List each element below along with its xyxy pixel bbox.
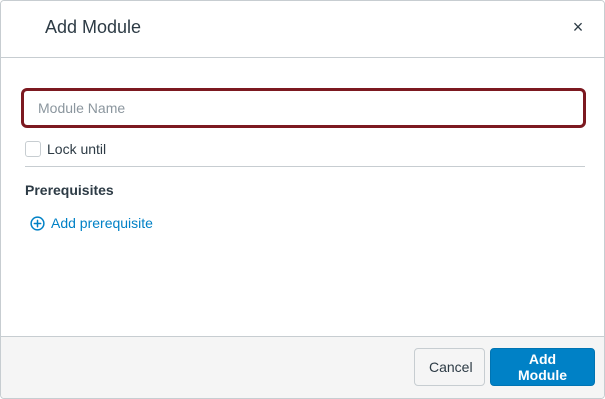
plus-circle-icon xyxy=(30,215,45,231)
dialog-header: Add Module × xyxy=(1,1,604,58)
add-module-button[interactable]: Add Module xyxy=(490,348,595,386)
section-divider xyxy=(25,166,585,167)
dialog-footer: Cancel Add Module xyxy=(1,336,604,398)
dialog-body: Lock until Prerequisites Add prerequisit… xyxy=(1,58,604,338)
lock-until-checkbox[interactable] xyxy=(25,141,41,157)
cancel-button[interactable]: Cancel xyxy=(414,348,485,386)
module-name-input[interactable] xyxy=(21,88,586,128)
lock-until-label[interactable]: Lock until xyxy=(47,141,106,157)
lock-until-row: Lock until xyxy=(25,140,106,158)
add-prerequisite-label: Add prerequisite xyxy=(51,215,153,231)
add-module-dialog: Add Module × Lock until Prerequisites Ad… xyxy=(0,0,605,399)
add-prerequisite-link[interactable]: Add prerequisite xyxy=(30,215,153,231)
close-button[interactable]: × xyxy=(570,17,586,37)
close-icon: × xyxy=(572,17,584,37)
prerequisites-heading: Prerequisites xyxy=(25,182,114,198)
dialog-title: Add Module xyxy=(45,17,142,37)
